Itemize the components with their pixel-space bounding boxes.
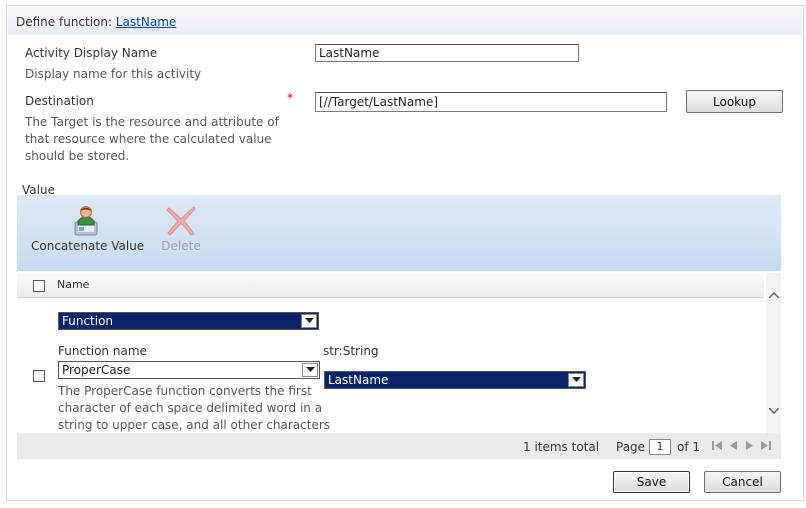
header-prefix: Define function: [16,15,113,29]
concatenate-user-icon [74,206,98,236]
save-button[interactable]: Save [613,471,690,493]
previous-page-icon[interactable] [727,439,740,452]
function-description: The ProperCase function converts the fir… [58,383,338,433]
delete-button[interactable]: Delete [156,203,206,253]
grid-scrollbar[interactable] [766,273,781,433]
value-type-value: Function [62,314,114,328]
row-checkbox[interactable] [33,370,45,382]
page-label: Page [616,440,646,454]
grid-header: Name [17,273,764,298]
lookup-button[interactable]: Lookup [686,90,783,113]
chevron-down-icon [302,363,318,377]
function-desc-line-2: character of each space delimited word i… [58,401,323,415]
activity-name-desc: Display name for this activity [25,67,202,81]
parameter-select[interactable]: LastName [324,371,586,389]
concatenate-value-label: Concatenate Value [31,239,145,253]
value-grid: Name Function Function name ProperCase s… [17,271,781,459]
delete-label: Delete [161,239,201,253]
items-total: 1 items total [523,440,600,454]
header-title: Define function: LastName [16,15,176,29]
page-count: of 1 [677,440,701,454]
function-name-label: Function name [58,344,147,358]
next-page-icon[interactable] [743,439,756,452]
scroll-up-icon[interactable] [766,285,781,305]
last-page-icon[interactable] [759,439,772,452]
activity-name-input[interactable] [315,44,579,62]
parameter-label: str:String [323,344,379,358]
cancel-button[interactable]: Cancel [704,471,781,493]
required-marker: * [287,91,293,105]
page-number-input[interactable]: 1 [649,439,671,455]
concatenate-value-button[interactable]: Concatenate Value [31,203,145,253]
activity-name-label: Activity Display Name [25,46,158,60]
chevron-down-icon [568,373,584,387]
column-name-header: Name [57,278,90,291]
value-toolbar: Concatenate Value Delete [17,195,781,271]
chevron-down-icon [301,314,317,328]
destination-desc-3: should be stored. [25,149,130,163]
function-name-select[interactable]: ProperCase [58,361,320,379]
function-name-link[interactable]: LastName [116,15,176,29]
dialog-header: Define function: LastName [8,7,802,35]
delete-x-icon [166,206,196,236]
function-desc-line-1: The ProperCase function converts the fir… [58,384,312,398]
first-page-icon[interactable] [711,439,724,452]
select-all-checkbox[interactable] [33,280,45,292]
destination-desc-2: that resource where the calculated value [25,132,272,146]
value-type-select[interactable]: Function [58,312,319,330]
destination-input[interactable] [315,92,667,112]
function-name-value: ProperCase [62,363,131,377]
grid-footer: 1 items total Page 1 of 1 [17,433,781,459]
destination-desc-1: The Target is the resource and attribute… [25,115,279,129]
destination-label: Destination [25,94,94,108]
scroll-down-icon[interactable] [766,401,781,421]
function-desc-line-3: string to upper case, and all other char… [58,418,331,432]
